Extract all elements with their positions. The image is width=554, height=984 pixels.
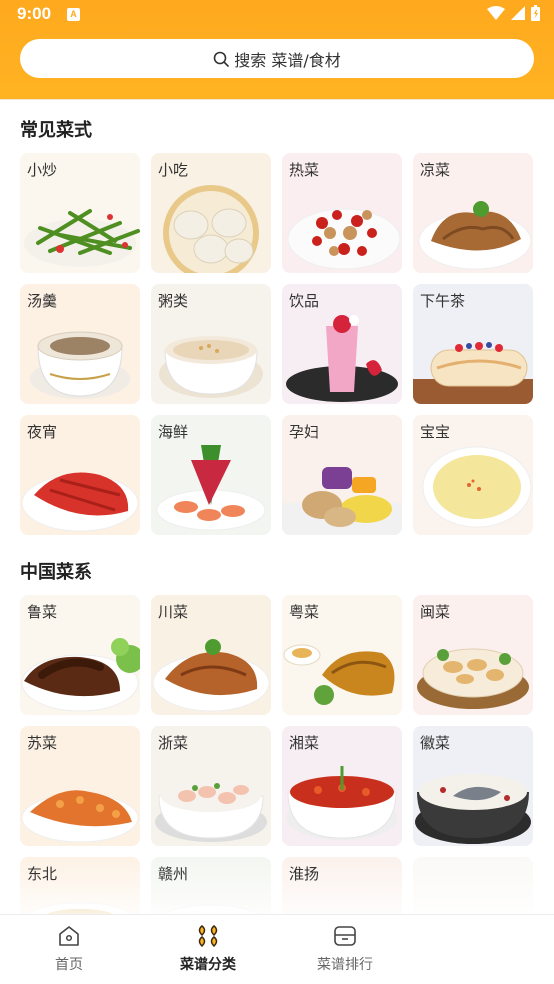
section-title-common-dishes: 常见菜式 xyxy=(19,119,92,143)
category-card[interactable]: 苏菜 xyxy=(20,726,140,846)
category-label: 闽菜 xyxy=(420,603,451,621)
category-label: 汤羹 xyxy=(27,292,58,310)
category-label: 赣州 xyxy=(158,865,189,883)
category-card[interactable]: 热菜 xyxy=(282,153,402,273)
category-label: 东北 xyxy=(27,865,58,883)
category-label: 小炒 xyxy=(27,161,58,179)
category-label: 淮扬 xyxy=(289,865,320,883)
category-label: 热菜 xyxy=(289,161,320,179)
category-card[interactable]: 湘菜 xyxy=(282,726,402,846)
nav-category-label: 菜谱分类 xyxy=(180,957,236,973)
category-card[interactable]: 小吃 xyxy=(151,153,271,273)
common-dishes-grid: 小炒 小吃 热菜 凉菜 汤羹 粥类 饮品 下午茶 夜宵 海鲜 孕妇 宝宝 xyxy=(20,153,534,535)
nav-home[interactable]: 首页 xyxy=(14,925,124,974)
category-label: 湘菜 xyxy=(289,734,320,752)
notification-icon: A xyxy=(67,8,80,21)
section-title-text: 常见菜式 xyxy=(20,120,92,141)
category-label: 凉菜 xyxy=(420,161,451,179)
category-label: 宝宝 xyxy=(420,423,451,441)
search-bar[interactable]: 搜索 菜谱/食材 xyxy=(20,39,534,78)
nav-category[interactable]: 菜谱分类 xyxy=(153,925,263,974)
category-card[interactable]: 鲁菜 xyxy=(20,595,140,715)
category-card[interactable]: 粥类 xyxy=(151,284,271,404)
category-card[interactable]: 夜宵 xyxy=(20,415,140,535)
category-card[interactable]: 浙菜 xyxy=(151,726,271,846)
category-label: 小吃 xyxy=(158,161,189,179)
category-card[interactable]: 闽菜 xyxy=(413,595,533,715)
battery-icon xyxy=(531,5,540,21)
category-label: 海鲜 xyxy=(158,423,189,441)
header: 9:00 A 搜索 菜谱/食材 xyxy=(0,0,554,100)
category-card[interactable]: 海鲜 xyxy=(151,415,271,535)
home-icon xyxy=(59,926,79,946)
category-card[interactable]: 下午茶 xyxy=(413,284,533,404)
search-icon xyxy=(213,51,230,67)
category-label: 粥类 xyxy=(158,292,189,310)
status-bar: 9:00 A xyxy=(0,0,554,32)
recipe-category-page: 9:00 A 搜索 菜谱/食材 常见菜式 小炒 小吃 热菜 凉菜 汤羹 粥类 饮… xyxy=(0,0,554,984)
category-label: 徽菜 xyxy=(420,734,451,752)
category-card[interactable]: 饮品 xyxy=(282,284,402,404)
category-card[interactable]: 粤菜 xyxy=(282,595,402,715)
category-label: 下午茶 xyxy=(420,292,466,310)
status-time: 9:00 xyxy=(17,4,52,23)
category-label: 鲁菜 xyxy=(27,603,58,621)
category-label: 粤菜 xyxy=(289,603,320,621)
section-title-chinese-cuisines: 中国菜系 xyxy=(19,561,92,585)
category-label: 夜宵 xyxy=(27,423,58,441)
category-label: 孕妇 xyxy=(289,423,320,441)
system-icons xyxy=(487,5,540,21)
signal-icon xyxy=(511,6,525,20)
nav-home-label: 首页 xyxy=(55,957,83,973)
category-label: 川菜 xyxy=(158,603,189,621)
wifi-icon xyxy=(487,6,505,20)
search-placeholder: 搜索 菜谱/食材 xyxy=(234,50,341,70)
category-card[interactable]: 川菜 xyxy=(151,595,271,715)
category-label: 苏菜 xyxy=(27,734,58,752)
category-card[interactable]: 小炒 xyxy=(20,153,140,273)
nav-fade-overlay xyxy=(365,915,445,984)
bottom-nav: 首页 菜谱分类 菜谱排行 xyxy=(0,914,554,984)
category-label: 饮品 xyxy=(289,292,320,310)
category-label: 浙菜 xyxy=(158,734,189,752)
category-card[interactable]: 徽菜 xyxy=(413,726,533,846)
category-icon xyxy=(198,925,218,947)
category-card[interactable]: 汤羹 xyxy=(20,284,140,404)
category-card[interactable]: 孕妇 xyxy=(282,415,402,535)
category-card[interactable]: 宝宝 xyxy=(413,415,533,535)
ranking-icon xyxy=(334,926,356,946)
section-title-text: 中国菜系 xyxy=(20,562,92,583)
category-card[interactable]: 凉菜 xyxy=(413,153,533,273)
